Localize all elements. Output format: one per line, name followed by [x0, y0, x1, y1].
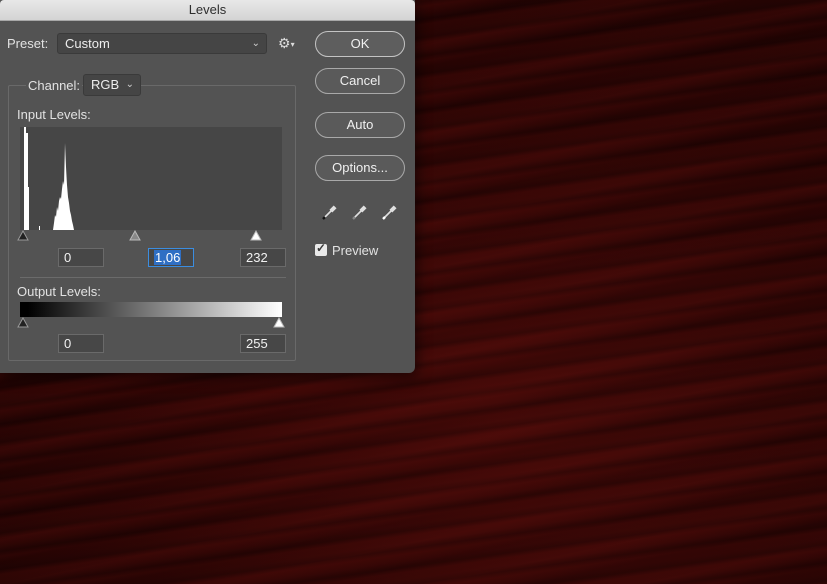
input-gamma-field[interactable]: 1,06	[148, 248, 194, 267]
output-white-field[interactable]: 255	[240, 334, 286, 353]
cancel-button[interactable]: Cancel	[315, 68, 405, 94]
auto-button[interactable]: Auto	[315, 112, 405, 138]
input-gamma-slider[interactable]	[129, 230, 141, 241]
chevron-down-icon: ⌄	[125, 79, 134, 90]
input-white-slider[interactable]	[250, 230, 262, 241]
histogram	[20, 127, 282, 230]
input-black-field[interactable]: 0	[58, 248, 104, 267]
preset-value: Custom	[65, 36, 110, 51]
levels-dialog: Levels Preset: Custom ⌄ ⚙▾ OK Cancel Aut…	[0, 0, 415, 373]
preview-label: Preview	[332, 243, 379, 258]
preset-dropdown[interactable]: Custom ⌄	[57, 33, 267, 54]
chevron-down-icon: ⌄	[251, 38, 260, 49]
divider	[20, 277, 286, 278]
output-gradient-bar	[20, 302, 282, 317]
options-button[interactable]: Options...	[315, 155, 405, 181]
channel-label: Channel:	[26, 78, 83, 93]
output-black-field[interactable]: 0	[58, 334, 104, 353]
input-gamma-value: 1,06	[154, 250, 182, 265]
preview-checkbox[interactable]	[315, 241, 327, 256]
black-eyedropper-icon[interactable]	[321, 203, 339, 221]
input-levels-label: Input Levels:	[17, 107, 91, 122]
channel-dropdown[interactable]: RGB ⌄	[83, 74, 141, 96]
preset-label: Preset:	[7, 36, 49, 51]
input-white-field[interactable]: 232	[240, 248, 286, 267]
ok-button[interactable]: OK	[315, 31, 405, 57]
output-levels-label: Output Levels:	[17, 284, 101, 299]
output-white-slider[interactable]	[273, 317, 285, 328]
channel-value: RGB	[91, 77, 120, 92]
white-eyedropper-icon[interactable]	[381, 203, 399, 221]
gray-eyedropper-icon[interactable]	[351, 203, 369, 221]
gear-icon[interactable]: ⚙▾	[278, 35, 295, 52]
input-black-slider[interactable]	[17, 230, 29, 241]
dialog-title: Levels	[0, 0, 415, 21]
output-black-slider[interactable]	[17, 317, 29, 328]
